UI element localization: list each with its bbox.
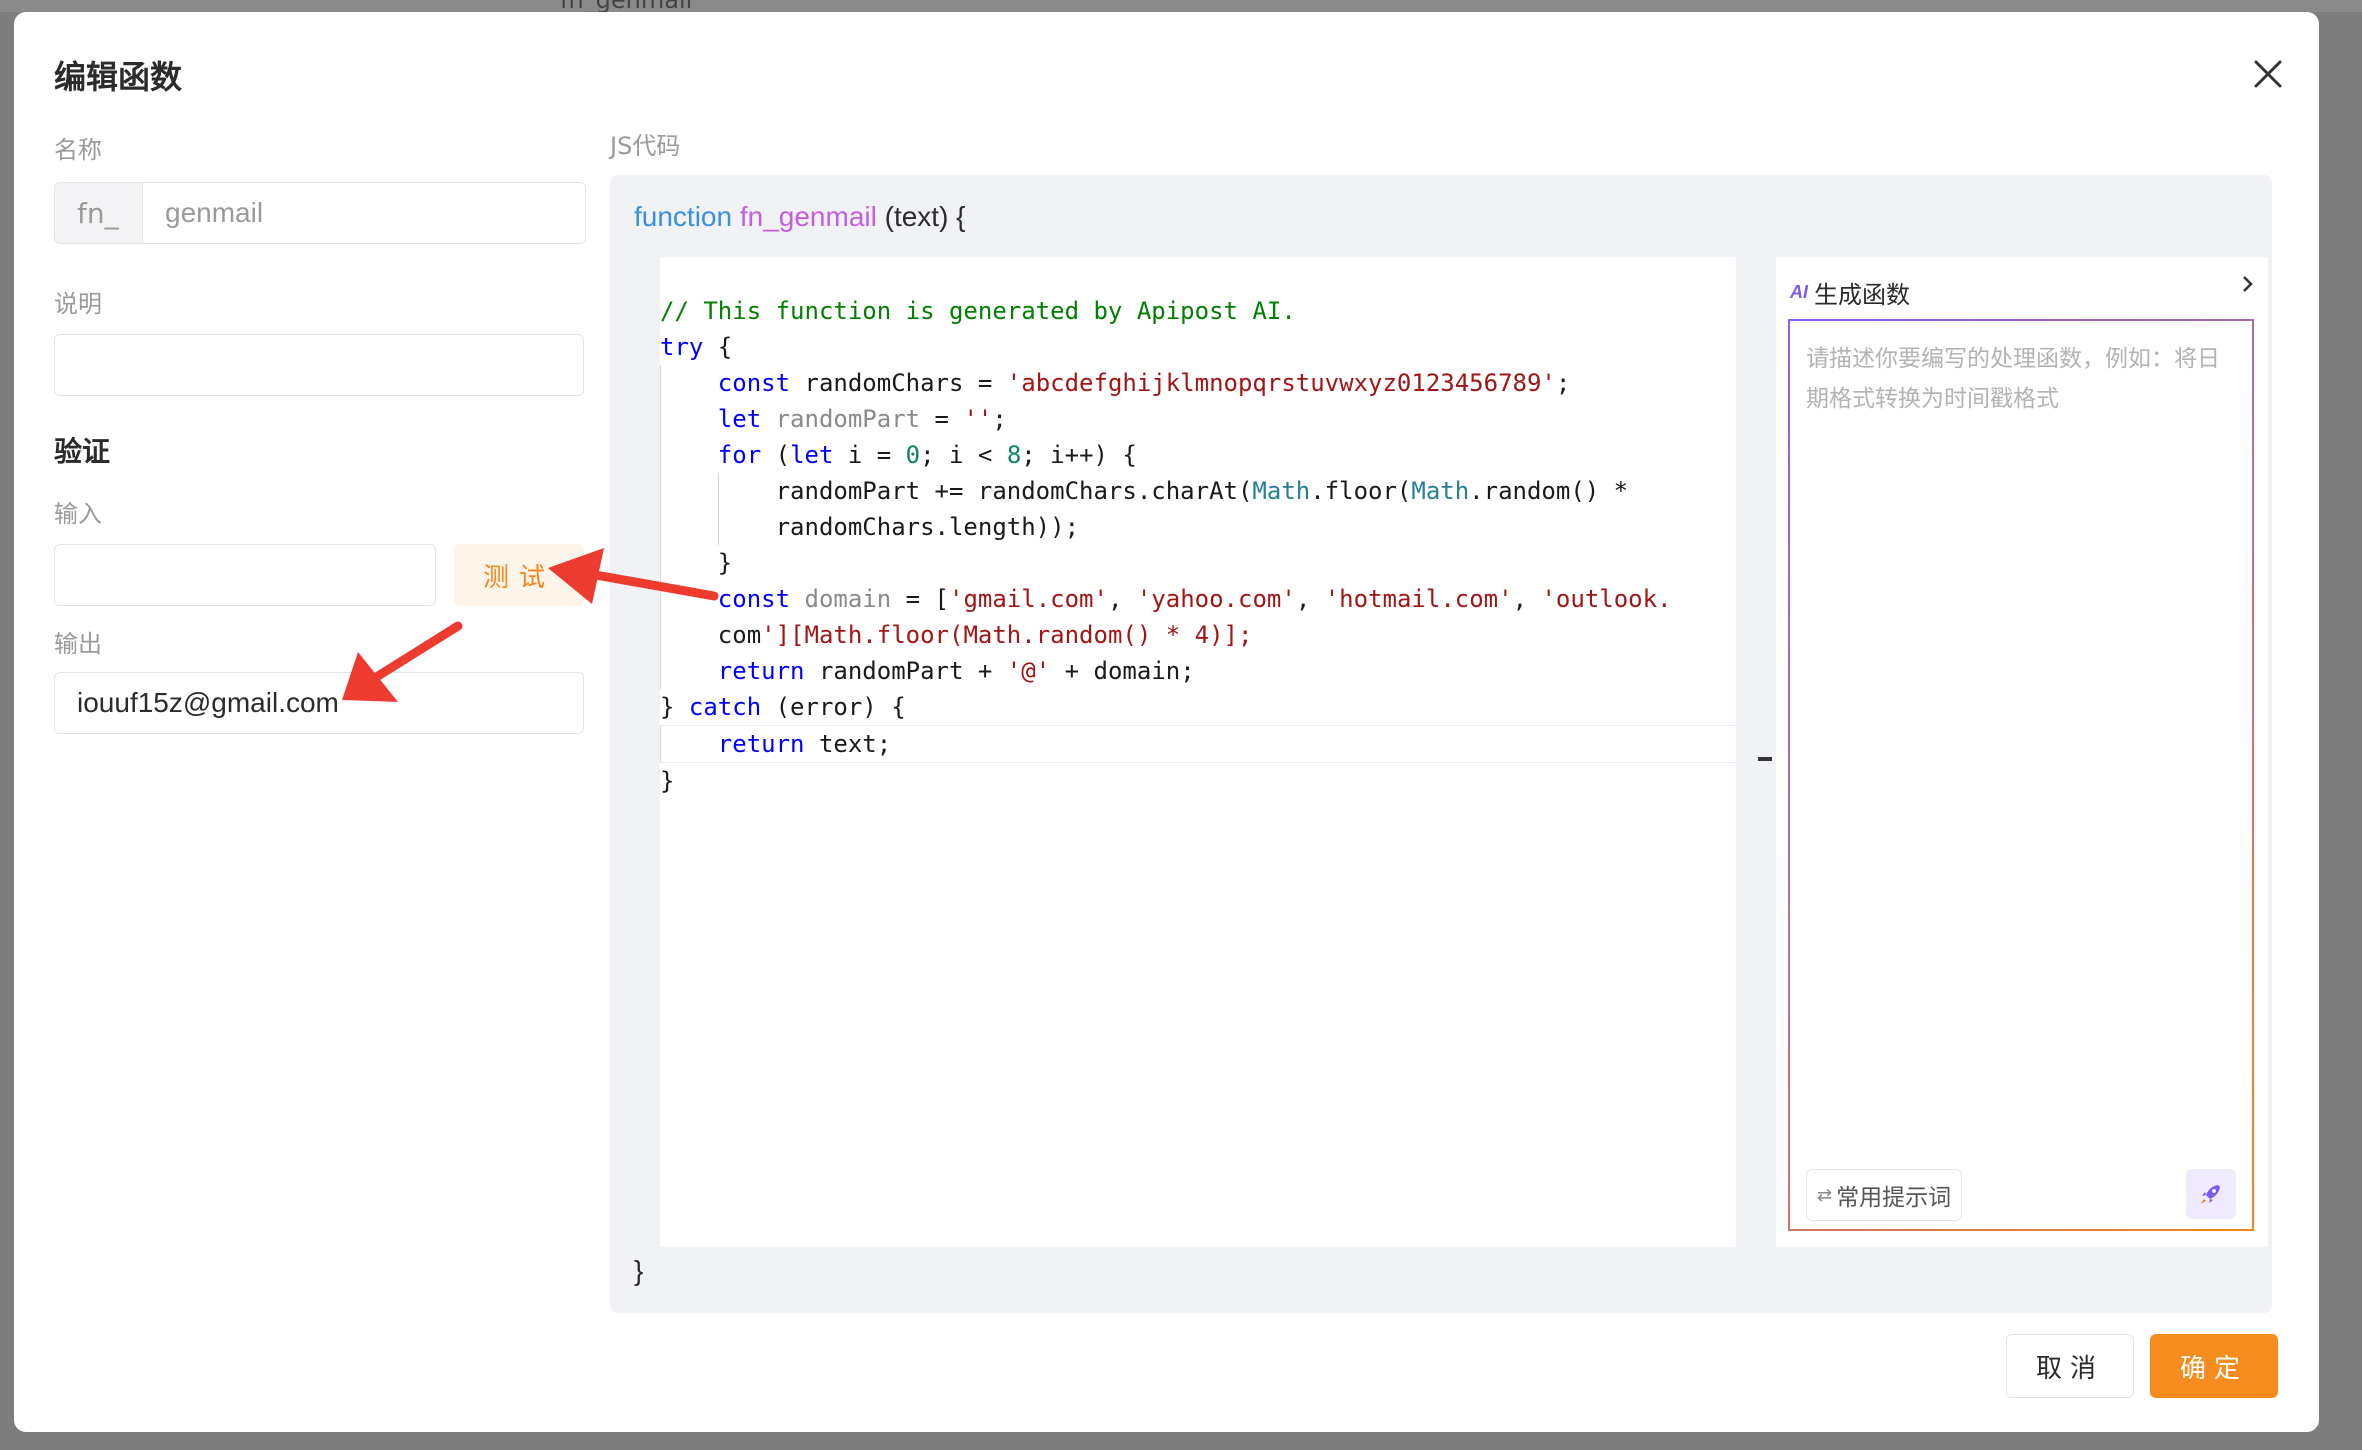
code-line[interactable]: return randomPart + '@' + domain; [660, 653, 1736, 689]
code-line[interactable]: let randomPart = ''; [660, 401, 1736, 437]
confirm-button[interactable]: 确定 [2150, 1334, 2278, 1398]
verify-section-title: 验证 [54, 435, 111, 468]
description-label: 说明 [54, 290, 102, 318]
indent-guide [660, 401, 661, 437]
ai-prompt-input[interactable] [1790, 321, 2252, 1141]
edit-function-dialog: 编辑函数 名称 fn_ 说明 验证 输入 测试 输出 iouuf15z@gmai… [14, 12, 2319, 1432]
output-field: iouuf15z@gmail.com [54, 672, 584, 734]
name-input[interactable] [143, 183, 585, 243]
code-line[interactable]: com'][Math.floor(Math.random() * 4)]; [660, 617, 1736, 653]
ai-prompt-box: ⇄ 常用提示词 [1788, 319, 2254, 1231]
test-button[interactable]: 测试 [454, 544, 584, 606]
indent-guide [717, 509, 719, 545]
indent-guide [660, 365, 661, 401]
code-line[interactable]: // This function is generated by Apipost… [660, 293, 1736, 329]
code-line[interactable]: for (let i = 0; i < 8; i++) { [660, 437, 1736, 473]
indent-guide [660, 437, 661, 473]
dialog-title: 编辑函数 [54, 58, 183, 96]
description-input[interactable] [54, 334, 584, 396]
name-label: 名称 [54, 136, 102, 164]
code-line[interactable]: const randomChars = 'abcdefghijklmnopqrs… [660, 365, 1736, 401]
code-editor[interactable]: // This function is generated by Apipost… [660, 257, 1736, 1247]
signature-name: fn_genmail [739, 201, 877, 232]
code-lines[interactable]: // This function is generated by Apipost… [660, 293, 1736, 799]
code-line[interactable]: randomChars.length)); [660, 509, 1736, 545]
indent-guide [660, 545, 661, 581]
signature-keyword: function [634, 201, 733, 232]
cancel-button[interactable]: 取消 [2006, 1334, 2134, 1398]
indent-guide [660, 509, 661, 545]
indent-guide [660, 473, 661, 509]
indent-guide [660, 581, 661, 617]
code-line[interactable]: } [660, 763, 1736, 799]
ai-generate-panel: AI 生成函数 ⇄ 常用提示词 [1776, 257, 2268, 1247]
test-input[interactable] [54, 544, 436, 606]
indent-guide [717, 473, 719, 509]
code-line[interactable]: return text; [660, 725, 1736, 763]
js-code-label: JS代码 [610, 132, 681, 160]
code-line[interactable]: } [660, 545, 1736, 581]
rocket-icon [2201, 1185, 2220, 1204]
function-signature: function fn_genmail (text) { [634, 201, 966, 233]
function-closing-brace: } [634, 1255, 644, 1286]
ai-panel-title: 生成函数 [1814, 281, 1910, 309]
name-prefix: fn_ [55, 183, 143, 243]
common-prompts-label: 常用提示词 [1836, 1185, 1952, 1211]
signature-params: (text) { [876, 201, 966, 232]
indent-guide [660, 653, 661, 689]
background-page: fn_genmail [0, 0, 2362, 14]
code-line[interactable]: try { [660, 329, 1736, 365]
send-button[interactable] [2186, 1169, 2236, 1219]
name-field-group: fn_ [54, 182, 586, 244]
ai-panel-header: AI 生成函数 [1790, 275, 1910, 310]
common-prompts-button[interactable]: ⇄ 常用提示词 [1806, 1169, 1963, 1221]
code-line[interactable]: const domain = ['gmail.com', 'yahoo.com'… [660, 581, 1736, 617]
output-label: 输出 [54, 630, 102, 658]
ai-icon: AI [1790, 282, 1808, 302]
chevron-right-icon[interactable] [2238, 271, 2258, 304]
code-line[interactable]: randomPart += randomChars.charAt(Math.fl… [660, 473, 1736, 509]
input-label: 输入 [54, 500, 102, 528]
editor-scroll-marker[interactable] [1758, 757, 1772, 761]
prompt-icon: ⇄ [1817, 1184, 1833, 1206]
close-icon[interactable] [2246, 52, 2290, 96]
indent-guide [660, 726, 661, 762]
indent-guide [660, 617, 661, 653]
code-panel: function fn_genmail (text) { // This fun… [610, 175, 2272, 1313]
code-line[interactable]: } catch (error) { [660, 689, 1736, 725]
